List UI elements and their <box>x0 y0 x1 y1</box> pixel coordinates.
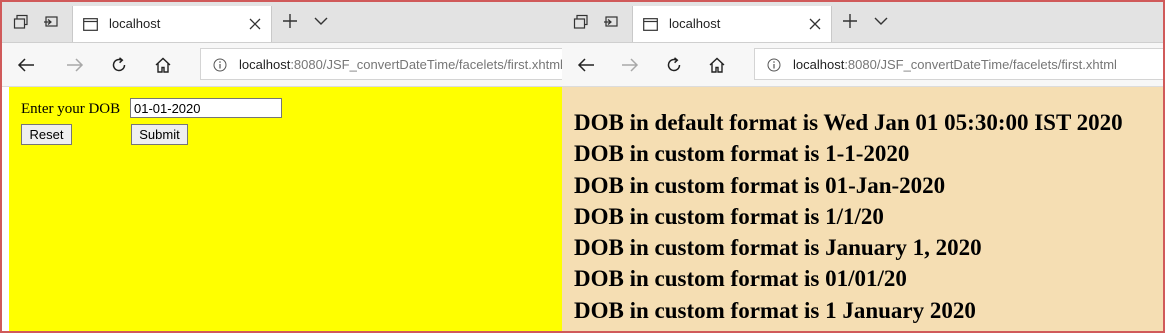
back-icon[interactable] <box>14 53 38 77</box>
forward-icon[interactable] <box>618 53 642 77</box>
chevron-down-icon[interactable] <box>874 14 888 32</box>
page-content: Enter your DOB Reset Submit <box>9 87 562 331</box>
url-path: :8080/JSF_convertDateTime/facelets/first… <box>844 57 1117 72</box>
submit-button[interactable]: Submit <box>131 124 188 145</box>
tab-strip: localhost <box>2 2 562 43</box>
address-bar[interactable]: localhost:8080/JSF_convertDateTime/facel… <box>754 48 1163 80</box>
page-icon <box>643 18 658 36</box>
tab-actions-icon[interactable] <box>10 11 32 33</box>
result-line: DOB in default format is Wed Jan 01 05:3… <box>574 110 1123 135</box>
url-text: localhost:8080/JSF_convertDateTime/facel… <box>793 57 1117 72</box>
chevron-down-icon[interactable] <box>314 14 328 32</box>
url-path: :8080/JSF_convertDateTime/facelets/first… <box>290 57 562 72</box>
right-browser-window: localhost localhost:8080/JSF_convertDate… <box>562 2 1163 331</box>
result-line: DOB in custom format is 1 January 2020 <box>574 297 976 323</box>
url-text: localhost:8080/JSF_convertDateTime/facel… <box>239 57 562 72</box>
home-icon[interactable] <box>151 53 175 77</box>
refresh-icon[interactable] <box>107 53 131 77</box>
url-host: localhost <box>793 57 845 72</box>
left-browser-window: localhost localhost:8080/JSF_convertDate… <box>2 2 562 331</box>
address-bar[interactable]: localhost:8080/JSF_convertDateTime/facel… <box>200 48 562 80</box>
result-line: DOB in custom format is 1/1/20 <box>574 203 884 229</box>
dob-label: Enter your DOB <box>21 101 121 117</box>
home-icon[interactable] <box>705 53 729 77</box>
tab-aside-icon[interactable] <box>40 11 62 33</box>
back-icon[interactable] <box>574 53 598 77</box>
info-icon[interactable] <box>767 58 781 77</box>
navigation-bar: localhost:8080/JSF_convertDateTime/facel… <box>562 43 1163 87</box>
forward-icon[interactable] <box>63 53 87 77</box>
new-tab-icon[interactable] <box>282 13 298 34</box>
dob-input[interactable] <box>130 98 282 118</box>
refresh-icon[interactable] <box>662 53 686 77</box>
close-icon[interactable] <box>809 17 821 35</box>
new-tab-icon[interactable] <box>842 13 858 34</box>
browser-tab[interactable]: localhost <box>72 6 272 42</box>
reset-button[interactable]: Reset <box>21 124 72 145</box>
tab-strip: localhost <box>562 2 1163 43</box>
page-content: DOB in default format is Wed Jan 01 05:3… <box>562 87 1163 331</box>
tab-title: localhost <box>669 16 721 31</box>
close-icon[interactable] <box>249 17 261 35</box>
page-icon <box>83 18 98 36</box>
url-host: localhost <box>239 57 291 72</box>
browser-tab[interactable]: localhost <box>632 6 832 42</box>
tab-aside-icon[interactable] <box>600 11 622 33</box>
tab-title: localhost <box>109 16 161 31</box>
info-icon[interactable] <box>213 58 227 77</box>
navigation-bar: localhost:8080/JSF_convertDateTime/facel… <box>2 43 562 87</box>
result-line: DOB in custom format is 01-Jan-2020 <box>574 172 946 198</box>
tab-actions-icon[interactable] <box>570 11 592 33</box>
result-line: DOB in custom format is January 1, 2020 <box>574 235 982 261</box>
result-line: DOB in custom format is 01/01/20 <box>574 266 907 292</box>
result-line: DOB in custom format is 1-1-2020 <box>574 141 910 167</box>
results-list: DOB in default format is Wed Jan 01 05:3… <box>574 107 1123 326</box>
screenshot-frame: localhost localhost:8080/JSF_convertDate… <box>0 0 1165 333</box>
